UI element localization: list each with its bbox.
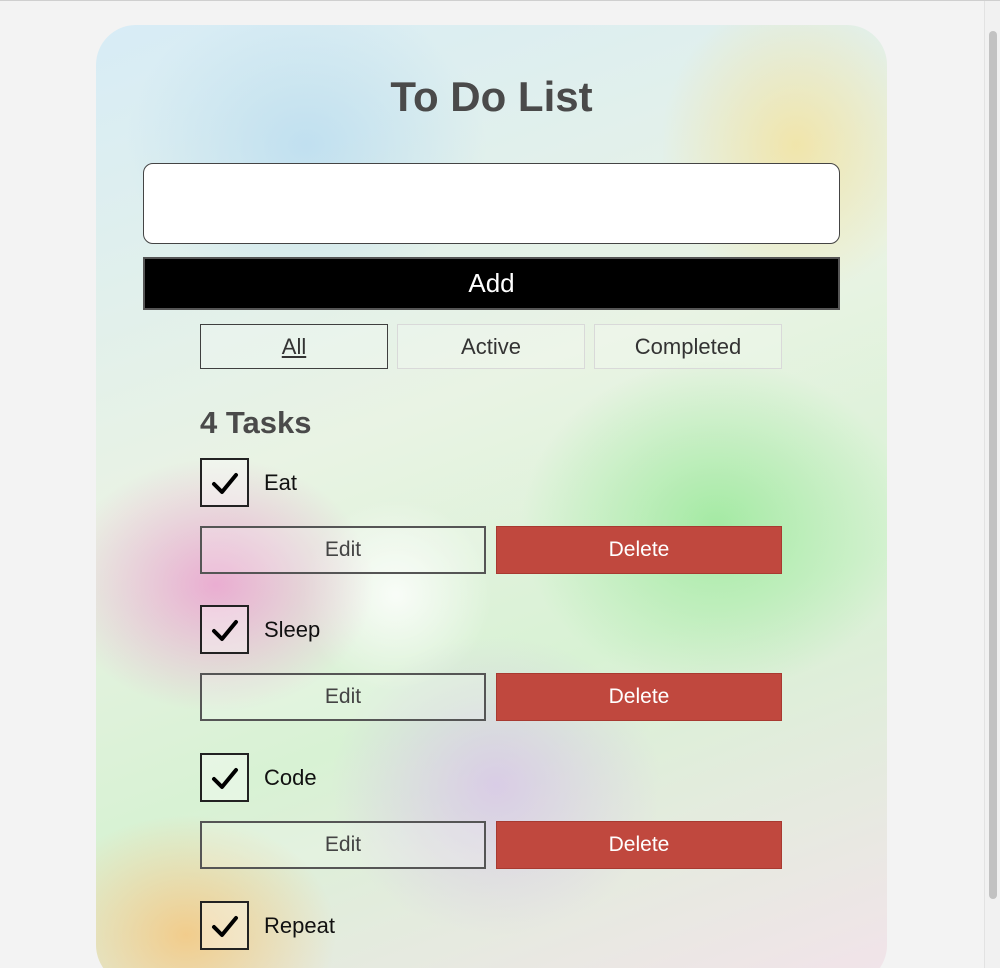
task-checkbox[interactable] — [200, 901, 249, 950]
delete-button[interactable]: Delete — [496, 526, 782, 574]
task-checkbox[interactable] — [200, 605, 249, 654]
task-checkbox[interactable] — [200, 458, 249, 507]
filter-active-button[interactable]: Active — [397, 324, 585, 369]
page: To Do List Add All Active Completed 4 Ta… — [0, 0, 1000, 968]
check-icon — [212, 473, 238, 494]
new-task-input[interactable] — [143, 163, 840, 244]
task-label[interactable]: Eat — [264, 470, 297, 496]
task-count-heading: 4 Tasks — [200, 405, 312, 440]
task-label[interactable]: Repeat — [264, 913, 335, 939]
edit-button[interactable]: Edit — [200, 673, 486, 721]
delete-button[interactable]: Delete — [496, 821, 782, 869]
task-label[interactable]: Sleep — [264, 617, 320, 643]
vertical-scrollbar[interactable] — [984, 1, 1000, 968]
task-label[interactable]: Code — [264, 765, 317, 791]
check-icon — [212, 620, 238, 641]
filter-all-button[interactable]: All — [200, 324, 388, 369]
delete-button[interactable]: Delete — [496, 673, 782, 721]
task-checkbox[interactable] — [200, 753, 249, 802]
check-icon — [212, 916, 238, 937]
edit-button[interactable]: Edit — [200, 821, 486, 869]
add-button[interactable]: Add — [143, 257, 840, 310]
scrollbar-thumb[interactable] — [989, 31, 997, 899]
page-title: To Do List — [390, 73, 593, 120]
todo-card: To Do List Add All Active Completed 4 Ta… — [96, 25, 887, 968]
edit-button[interactable]: Edit — [200, 526, 486, 574]
filter-group: All Active Completed — [200, 324, 783, 369]
check-icon — [212, 768, 238, 789]
filter-completed-button[interactable]: Completed — [594, 324, 782, 369]
